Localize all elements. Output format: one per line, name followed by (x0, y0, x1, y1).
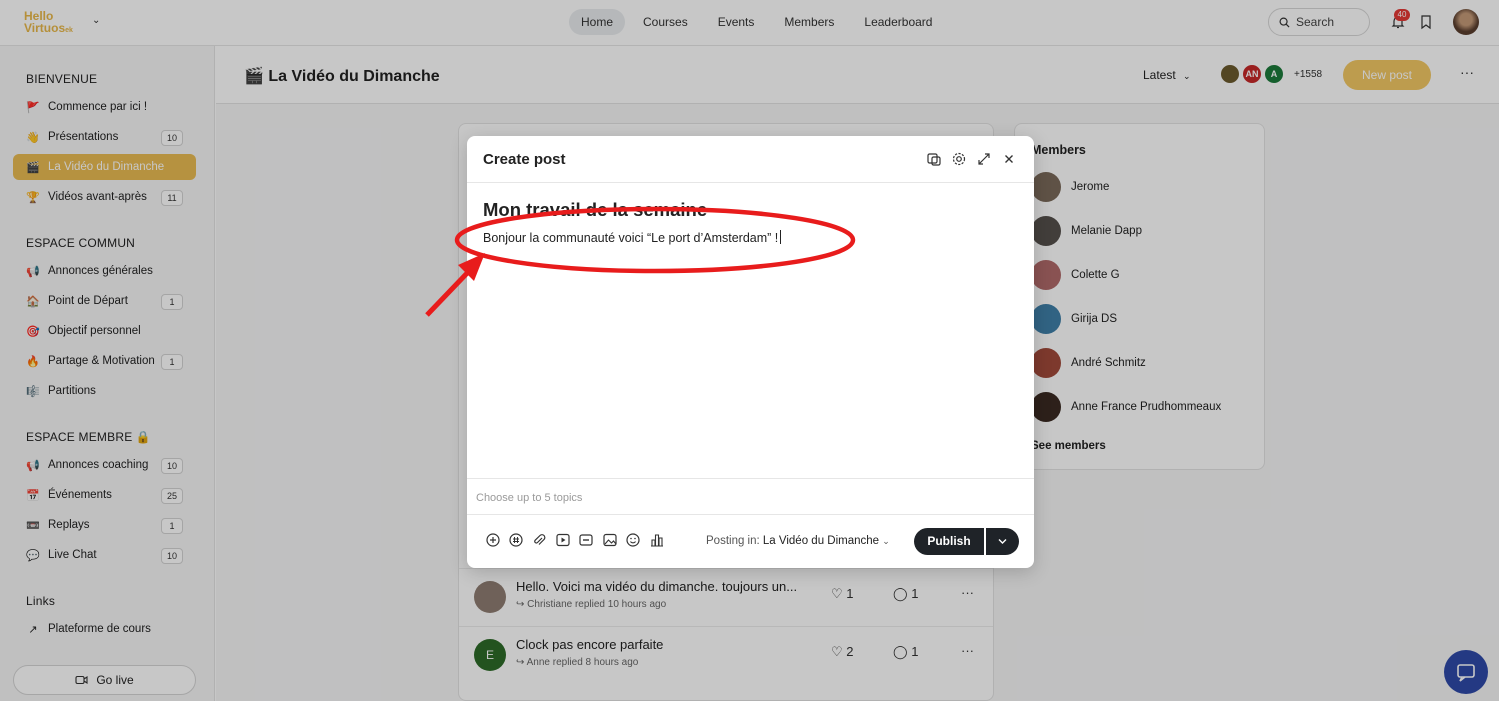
hashtag-icon[interactable] (508, 532, 524, 548)
posting-in-space: La Vidéo du Dimanche (762, 535, 880, 547)
topics-placeholder: Choose up to 5 topics (476, 492, 583, 504)
post-body-text: Bonjour la communauté voici “Le port d’A… (483, 231, 779, 245)
create-post-modal: Create post Mon travail de la semaine Bo… (467, 136, 1034, 568)
modal-header: Create post (467, 136, 1034, 183)
publish-options-button[interactable] (986, 528, 1019, 555)
topics-input[interactable]: Choose up to 5 topics (467, 478, 1034, 515)
poll-icon[interactable] (649, 532, 665, 548)
text-cursor (780, 230, 782, 244)
post-body-editor[interactable]: Bonjour la communauté voici “Le port d’A… (483, 230, 782, 245)
image-icon[interactable] (602, 532, 618, 548)
plus-circle-icon[interactable] (485, 532, 501, 548)
video-icon[interactable] (555, 532, 571, 548)
posting-in-selector[interactable]: Posting in: La Vidéo du Dimanche ⌄ (706, 535, 890, 547)
modal-title: Create post (483, 151, 566, 168)
post-title-input[interactable]: Mon travail de la semaine (483, 199, 707, 221)
chevron-down-icon (998, 539, 1007, 544)
emoji-icon[interactable] (625, 532, 641, 548)
copy-layout-icon[interactable] (926, 151, 942, 167)
publish-button[interactable]: Publish (914, 528, 984, 555)
gif-icon[interactable] (578, 532, 594, 548)
posting-in-label: Posting in: (706, 535, 760, 547)
paperclip-icon[interactable] (531, 532, 547, 548)
close-icon[interactable] (1001, 151, 1017, 167)
gear-icon[interactable] (951, 151, 967, 167)
chevron-down-icon: ⌄ (882, 536, 890, 546)
expand-icon[interactable] (976, 151, 992, 167)
